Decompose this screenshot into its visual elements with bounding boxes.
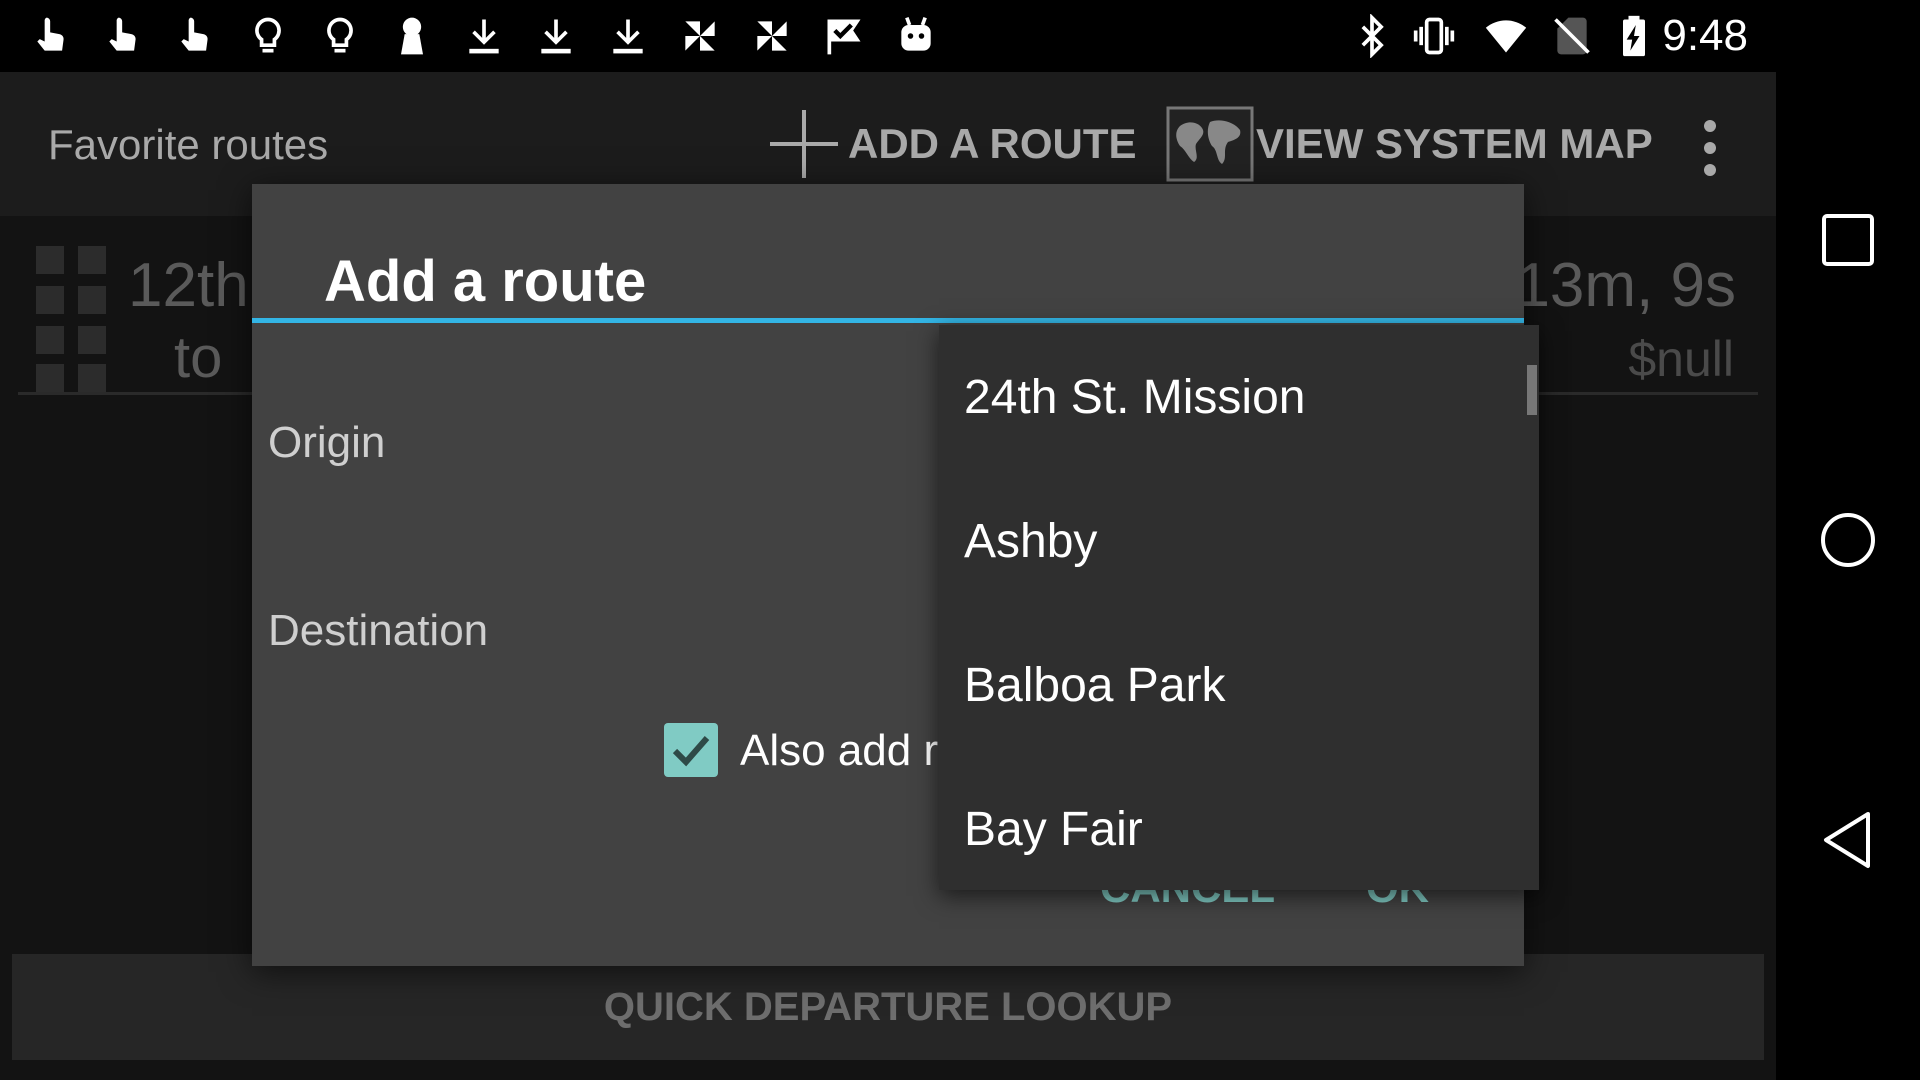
add-route-button[interactable]: ADD A ROUTE xyxy=(768,108,1137,180)
route-fare: $null xyxy=(1628,331,1734,387)
recents-icon[interactable] xyxy=(1818,210,1878,270)
status-bar: 9:48 xyxy=(0,0,1776,72)
download-icon xyxy=(604,12,652,60)
pinwheel-icon xyxy=(676,12,724,60)
home-icon[interactable] xyxy=(1818,510,1878,570)
dialog-title: Add a route xyxy=(324,249,647,314)
back-icon[interactable] xyxy=(1818,810,1878,870)
drag-handle-icon[interactable] xyxy=(36,246,110,392)
world-map-icon xyxy=(1166,106,1254,182)
route-to: to xyxy=(174,325,223,390)
station-dropdown-list[interactable]: 24th St. Mission Ashby Balboa Park Bay F… xyxy=(939,325,1539,890)
add-route-label: ADD A ROUTE xyxy=(848,120,1137,167)
lightbulb-icon xyxy=(244,12,292,60)
battery-charging-icon xyxy=(1610,12,1658,60)
bluetooth-icon xyxy=(1348,12,1396,60)
origin-label: Origin xyxy=(268,418,386,467)
no-sim-icon xyxy=(1548,12,1596,60)
route-origin: 12th xyxy=(128,251,249,320)
route-time: 13m, 9s xyxy=(1515,251,1736,320)
view-map-label: VIEW SYSTEM MAP xyxy=(1256,120,1653,167)
dropdown-item[interactable]: Balboa Park xyxy=(939,613,1519,757)
plus-icon xyxy=(770,110,838,178)
wifi-icon xyxy=(1482,12,1530,60)
touch-icon xyxy=(100,12,148,60)
dropdown-item[interactable]: Bay Fair xyxy=(939,757,1519,890)
keyhole-icon xyxy=(388,12,436,60)
dropdown-item[interactable]: 24th St. Mission xyxy=(939,325,1519,469)
clock: 9:48 xyxy=(1662,11,1748,60)
pinwheel-icon xyxy=(748,12,796,60)
android-icon xyxy=(892,12,940,60)
dropdown-item[interactable]: Ashby xyxy=(939,469,1519,613)
download-icon xyxy=(460,12,508,60)
vibrate-icon xyxy=(1410,12,1458,60)
touch-icon xyxy=(172,12,220,60)
quick-departure-lookup-button[interactable]: QUICK DEPARTURE LOOKUP xyxy=(12,954,1764,1060)
lightbulb-icon xyxy=(316,12,364,60)
download-icon xyxy=(532,12,580,60)
view-system-map-button[interactable]: VIEW SYSTEM MAP xyxy=(1166,106,1653,182)
destination-label: Destination xyxy=(268,606,489,655)
overflow-menu-icon[interactable] xyxy=(1690,116,1730,180)
also-add-return-checkbox[interactable] xyxy=(664,723,718,777)
dropdown-scrollbar[interactable] xyxy=(1527,365,1537,415)
touch-icon xyxy=(28,12,76,60)
checkmark-icon xyxy=(672,736,710,767)
navigation-bar xyxy=(1776,0,1920,1080)
page-title: Favorite routes xyxy=(48,121,329,168)
dialog-title-divider xyxy=(252,318,1524,323)
check-flag-icon xyxy=(820,12,868,60)
